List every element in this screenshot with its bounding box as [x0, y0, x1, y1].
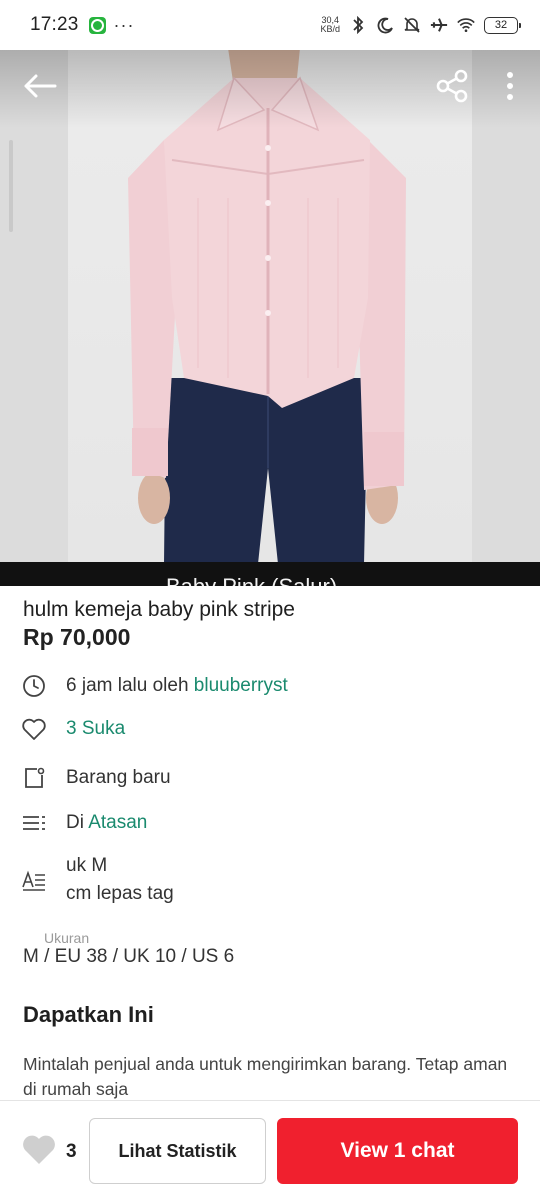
battery-icon: 32: [484, 16, 521, 34]
view-stats-button[interactable]: Lihat Statistik: [89, 1118, 266, 1184]
condition-text: Barang baru: [66, 767, 171, 788]
more-vertical-icon: [507, 72, 513, 100]
product-price: Rp 70,000: [23, 624, 131, 650]
description-line-2: cm lepas tag: [66, 883, 174, 904]
like-button[interactable]: [20, 1133, 58, 1167]
heart-filled-icon: [23, 1135, 55, 1164]
share-icon: [436, 69, 468, 103]
clock-icon: [21, 673, 47, 699]
network-speed-unit: KB/d: [320, 24, 340, 34]
scroll-indicator: [9, 140, 13, 232]
back-button[interactable]: [18, 68, 62, 104]
whatsapp-icon: [88, 16, 106, 34]
product-image-gallery[interactable]: Baby Pink (Salur): [0, 48, 540, 586]
likes-link[interactable]: 3 Suka: [66, 718, 125, 740]
network-speed: 30,4 KB/d: [320, 16, 340, 34]
status-time: 17:23: [30, 14, 79, 35]
category-link[interactable]: Atasan: [88, 812, 147, 833]
more-options-button[interactable]: [492, 66, 528, 106]
list-icon: [21, 810, 47, 836]
bluetooth-icon: [349, 16, 367, 34]
category-text: Di Atasan: [66, 812, 147, 834]
arrow-left-icon: [24, 74, 57, 98]
size-label: Ukuran: [44, 930, 90, 946]
category-row: Di Atasan: [0, 805, 540, 841]
seller-link[interactable]: bluuberryst: [194, 675, 288, 696]
like-count: 3: [66, 1141, 77, 1162]
description-line-2-row: cm lepas tag: [0, 876, 540, 912]
likes-row: 3 Suka: [0, 711, 540, 747]
product-title: hulm kemeja baby pink stripe: [23, 598, 295, 621]
posted-text: 6 jam lalu oleh bluuberryst: [66, 675, 288, 697]
airplane-icon: [430, 16, 448, 34]
description-line-1: uk M: [66, 855, 108, 876]
condition-row: Barang baru: [0, 760, 540, 796]
get-it-body: Mintalah penjual anda untuk mengirimkan …: [23, 1054, 508, 1099]
wifi-icon: [457, 16, 475, 34]
share-button[interactable]: [430, 66, 474, 106]
status-bar: 17:23 ··· 30,4 KB/d 32: [0, 0, 540, 50]
more-notifications-icon: ···: [113, 14, 135, 35]
size-value: M / EU 38 / UK 10 / US 6: [23, 946, 235, 967]
image-caption: Baby Pink (Salur): [166, 574, 337, 586]
posted-prefix: 6 jam lalu oleh: [66, 675, 194, 696]
view-chat-button[interactable]: View 1 chat: [277, 1118, 518, 1184]
category-prefix: Di: [66, 812, 89, 833]
mute-icon: [403, 16, 421, 34]
condition-tag-icon: [21, 765, 47, 791]
image-caption-band: Baby Pink (Salur): [0, 562, 540, 586]
moon-icon: [376, 16, 394, 34]
heart-outline-icon: [21, 716, 47, 742]
bottom-action-bar: 3 Lihat Statistik View 1 chat: [0, 1100, 540, 1200]
text-description-icon: [21, 867, 47, 893]
get-it-title: Dapatkan Ini: [23, 1002, 154, 1027]
posted-row: 6 jam lalu oleh bluuberryst: [0, 668, 540, 704]
status-icons: 30,4 KB/d 32: [320, 16, 521, 34]
